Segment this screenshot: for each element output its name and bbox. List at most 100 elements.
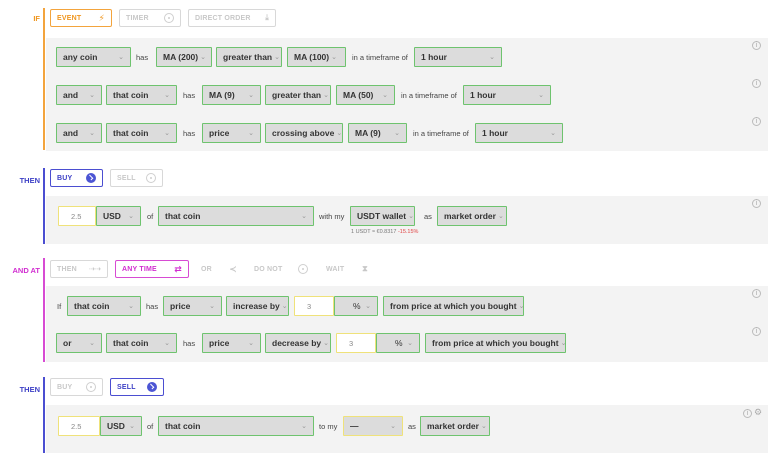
reference-select[interactable]: from price at which you bought ⌄ — [383, 296, 524, 316]
timeframe-value: 1 hour — [470, 90, 496, 100]
tab-buy[interactable]: BUY — [50, 378, 103, 396]
operator-select[interactable]: greater than ⌄ — [265, 85, 331, 105]
indicator-value: MA (9) — [209, 90, 235, 100]
indicator-value: price — [170, 301, 191, 311]
order-type-value: market order — [427, 421, 479, 431]
has-text: has — [136, 53, 149, 62]
chevron-down-icon: ⌄ — [200, 54, 206, 61]
join-select[interactable]: and ⌄ — [56, 123, 102, 143]
wallet-select[interactable]: — ⌄ — [343, 416, 403, 436]
with-my-text: with my — [319, 212, 345, 221]
tab-direct-order[interactable]: DIRECT ORDER ⤓ — [188, 9, 276, 27]
timeframe-text: in a timeframe of — [401, 91, 457, 100]
chevron-down-icon: ⌄ — [89, 340, 95, 347]
currency-select[interactable]: USD ⌄ — [96, 206, 141, 226]
coin-select[interactable]: that coin ⌄ — [158, 206, 314, 226]
indicator-select[interactable]: price ⌄ — [202, 333, 261, 353]
info-icon[interactable]: i — [752, 41, 761, 50]
currency-select[interactable]: USD ⌄ — [100, 416, 142, 436]
indicator-select[interactable]: price ⌄ — [163, 296, 222, 316]
coin-select[interactable]: that coin ⌄ — [158, 416, 314, 436]
tab-buy[interactable]: BUY — [50, 169, 103, 187]
chevron-down-icon: ⌄ — [365, 303, 371, 310]
tab-timer[interactable]: TIMER — [119, 9, 181, 27]
operator-value: decrease by — [272, 338, 322, 348]
timeframe-select[interactable]: 1 hour ⌄ — [463, 85, 551, 105]
join-select[interactable]: or ⌄ — [56, 333, 102, 353]
amount-input[interactable]: 2.5 — [58, 206, 96, 226]
subject-select[interactable]: that coin ⌄ — [106, 333, 177, 353]
subject-value: that coin — [74, 301, 110, 311]
indicator-value: price — [209, 338, 230, 348]
if-bar — [43, 8, 45, 150]
tab-sell[interactable]: SELL — [110, 169, 163, 187]
subject-select[interactable]: that coin ⌄ — [106, 85, 177, 105]
operator-select[interactable]: increase by ⌄ — [226, 296, 289, 316]
chevron-down-icon: ⌄ — [336, 130, 343, 137]
indicator-select[interactable]: MA (9) ⌄ — [202, 85, 261, 105]
chevron-down-icon: ⌄ — [209, 303, 215, 310]
reference-select[interactable]: from price at which you bought ⌄ — [425, 333, 566, 353]
tab-or[interactable]: OR ≺ — [195, 260, 243, 278]
tab-then[interactable]: THEN ⇢⇢ — [50, 260, 108, 278]
indicator2-select[interactable]: MA (50) ⌄ — [336, 85, 395, 105]
timeframe-select[interactable]: 1 hour ⌄ — [475, 123, 563, 143]
percent-value: 3 — [349, 338, 354, 348]
info-icon[interactable]: i — [752, 327, 761, 336]
info-icon[interactable]: i — [752, 117, 761, 126]
subject-select[interactable]: that coin ⌄ — [67, 296, 141, 316]
circle-icon — [86, 382, 96, 392]
tab-event[interactable]: EVENT ⚡ — [50, 9, 112, 27]
tab-buy-label: BUY — [57, 383, 73, 391]
chevron-down-icon: ⌄ — [408, 213, 414, 220]
operator-select[interactable]: decrease by ⌄ — [265, 333, 331, 353]
tab-do-not[interactable]: DO NOT — [248, 260, 314, 278]
wallet-value: USDT wallet — [357, 211, 407, 221]
join-select[interactable]: and ⌄ — [56, 85, 102, 105]
unit-value: % — [353, 301, 361, 311]
indicator-select[interactable]: MA (200) ⌄ — [156, 47, 212, 67]
percent-input[interactable]: 3 — [294, 296, 334, 316]
indicator2-select[interactable]: MA (9) ⌄ — [348, 123, 407, 143]
percent-input[interactable]: 3 — [336, 333, 376, 353]
chevron-down-icon: ⌄ — [129, 423, 135, 430]
subject-select[interactable]: that coin ⌄ — [106, 123, 177, 143]
indicator-value: price — [209, 128, 230, 138]
order-type-select[interactable]: market order ⌄ — [420, 416, 490, 436]
currency-value: USD — [107, 421, 125, 431]
gear-icon[interactable]: ⚙ — [754, 407, 762, 418]
chevron-down-icon: ⌄ — [248, 130, 254, 137]
wallet-select[interactable]: USDT wallet ⌄ — [350, 206, 415, 226]
operator-select[interactable]: greater than ⌄ — [216, 47, 282, 67]
unit-select[interactable]: % ⌄ — [334, 296, 378, 316]
of-text: of — [147, 212, 154, 221]
info-icon[interactable]: i — [752, 289, 761, 298]
order-type-select[interactable]: market order ⌄ — [437, 206, 507, 226]
tab-any-time[interactable]: ANY TIME ⇄ — [115, 260, 189, 278]
indicator2-select[interactable]: MA (100) ⌄ — [287, 47, 346, 67]
if-label: IF — [33, 14, 40, 23]
reference-value: from price at which you bought — [432, 338, 559, 348]
tab-event-label: EVENT — [57, 14, 82, 22]
chevron-down-icon: ⌄ — [89, 92, 95, 99]
tab-any-time-label: ANY TIME — [122, 265, 157, 273]
chevron-down-icon: ⌄ — [281, 303, 288, 310]
chevron-down-icon: ⌄ — [323, 92, 329, 99]
tab-wait[interactable]: WAIT ⧗ — [320, 260, 374, 278]
unit-value: % — [395, 338, 403, 348]
subject-select[interactable]: any coin ⌄ — [56, 47, 131, 67]
chevron-down-icon: ⌄ — [301, 213, 307, 220]
unit-select[interactable]: % ⌄ — [376, 333, 420, 353]
chevron-down-icon: ⌄ — [89, 130, 95, 137]
reference-value: from price at which you bought — [390, 301, 517, 311]
info-icon[interactable]: i — [743, 409, 752, 418]
amount-input[interactable]: 2.5 — [58, 416, 100, 436]
timeframe-select[interactable]: 1 hour ⌄ — [414, 47, 502, 67]
info-icon[interactable]: i — [752, 79, 761, 88]
operator-select[interactable]: crossing above ⌄ — [265, 123, 343, 143]
tab-sell[interactable]: SELL — [110, 378, 164, 396]
indicator-value: MA (200) — [163, 52, 199, 62]
info-icon[interactable]: i — [752, 199, 761, 208]
check-circle-icon — [147, 382, 157, 392]
indicator-select[interactable]: price ⌄ — [202, 123, 261, 143]
